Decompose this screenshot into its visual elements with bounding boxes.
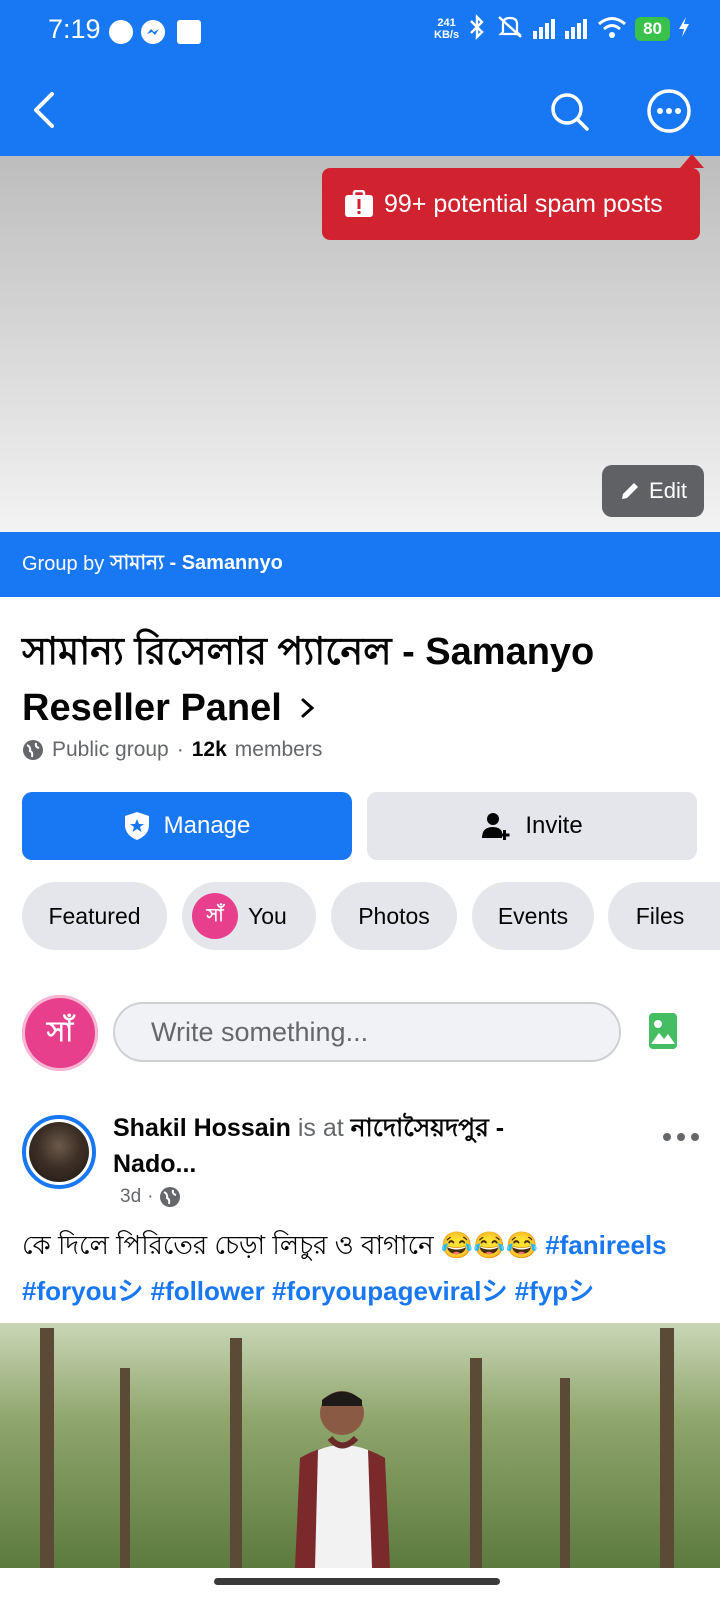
post-time[interactable]: 3d	[120, 1186, 141, 1208]
group-meta: Public group · 12k members	[22, 738, 322, 762]
post-author-avatar[interactable]	[22, 1115, 96, 1189]
post-author-name[interactable]: Shakil Hossain	[113, 1114, 291, 1142]
back-arrow-icon[interactable]	[28, 90, 60, 135]
post-text: কে দিলে পিরিতের চেড়া লিচুর ও বাগানে 😂😂😂	[22, 1230, 538, 1260]
tree-trunk	[560, 1378, 570, 1568]
tree-trunk	[660, 1328, 674, 1568]
composer-placeholder: Write something...	[151, 1016, 369, 1047]
notification-dot-icon	[109, 20, 133, 44]
hashtag[interactable]: #foryouシ	[22, 1276, 143, 1306]
tree-trunk	[470, 1358, 482, 1568]
tab-label: Photos	[358, 902, 430, 929]
spam-alert-icon	[344, 190, 374, 218]
messenger-icon	[141, 20, 165, 44]
hashtag[interactable]: #follower	[151, 1276, 265, 1306]
group-by-bar[interactable]: Group by সামান্য - Samannyo	[0, 532, 720, 597]
person-figure	[295, 1391, 390, 1568]
photo-icon[interactable]	[648, 1012, 678, 1055]
group-title[interactable]: সামান্য রিসেলার প্যানেল - Samanyo Resell…	[22, 624, 692, 738]
tab-featured[interactable]: Featured	[22, 882, 167, 950]
mute-icon	[495, 14, 525, 43]
tab-label: You	[248, 902, 287, 929]
status-time: 7:19	[48, 14, 101, 44]
spam-posts-banner[interactable]: 99+ potential spam posts	[322, 168, 700, 240]
hashtag[interactable]: #fypシ	[515, 1276, 594, 1306]
group-privacy: Public group	[52, 738, 169, 761]
app-notification-icon	[177, 20, 201, 44]
wifi-icon	[597, 15, 627, 42]
more-icon[interactable]	[646, 88, 692, 139]
tab-photos[interactable]: Photos	[331, 882, 457, 950]
shield-star-icon	[124, 811, 150, 841]
search-icon[interactable]	[548, 90, 592, 139]
tab-label: Events	[497, 902, 569, 929]
spam-notice-text: 99+ potential spam posts	[384, 189, 663, 218]
group-by-prefix: Group by	[22, 553, 105, 575]
post-is-at: is at	[297, 1114, 344, 1142]
add-person-icon	[481, 811, 511, 841]
invite-button[interactable]: Invite	[367, 792, 697, 860]
bluetooth-icon	[467, 14, 487, 43]
battery-level: 80	[635, 16, 670, 41]
hashtag[interactable]: #foryoupageviralシ	[272, 1276, 508, 1306]
post-header: Shakil Hossain is at নাদোসৈয়দপুর - Nado…	[113, 1110, 553, 1182]
tab-events[interactable]: Events	[472, 882, 594, 950]
member-label: members	[234, 738, 323, 761]
signal-2-icon	[565, 18, 589, 39]
tab-you[interactable]: সাঁ You	[182, 882, 316, 950]
tree-trunk	[230, 1338, 242, 1568]
meta-separator: ·	[176, 738, 184, 761]
chevron-right-icon	[298, 682, 318, 738]
app-bar	[0, 64, 720, 156]
charging-icon	[678, 16, 690, 41]
post-meta-dot: ·	[147, 1186, 154, 1207]
invite-label: Invite	[525, 812, 583, 839]
tab-label: Files	[635, 902, 685, 929]
edit-label: Edit	[649, 478, 687, 503]
signal-1-icon	[533, 18, 557, 39]
tree-trunk	[120, 1368, 130, 1568]
post-body: কে দিলে পিরিতের চেড়া লিচুর ও বাগানে 😂😂😂…	[22, 1222, 712, 1314]
status-indicators: 241 KB/s 80	[434, 14, 690, 43]
tab-files[interactable]: Files	[608, 882, 720, 950]
net-speed: 241 KB/s	[434, 16, 460, 41]
pencil-icon	[619, 480, 641, 502]
globe-icon	[159, 1186, 181, 1208]
write-something-input[interactable]: Write something...	[113, 1002, 621, 1062]
manage-button[interactable]: Manage	[22, 792, 352, 860]
home-indicator[interactable]	[214, 1578, 500, 1585]
edit-cover-button[interactable]: Edit	[602, 465, 704, 517]
tree-trunk	[40, 1328, 54, 1568]
you-avatar: সাঁ	[192, 893, 238, 939]
member-count: 12k	[191, 738, 227, 761]
spam-tooltip-pointer	[680, 154, 704, 168]
hashtag[interactable]: #fanireels	[545, 1230, 666, 1260]
status-bar: 7:19 241 KB/s 80	[0, 0, 720, 64]
composer-avatar[interactable]: সাঁ	[22, 995, 98, 1071]
manage-label: Manage	[163, 812, 251, 839]
globe-icon	[22, 739, 44, 761]
group-owner-name[interactable]: সামান্য - Samannyo	[110, 548, 283, 581]
post-more-icon[interactable]	[662, 1118, 700, 1152]
post-meta: 3d ·	[120, 1186, 181, 1208]
post-video-thumbnail[interactable]	[0, 1323, 720, 1568]
tab-label: Featured	[48, 902, 141, 929]
